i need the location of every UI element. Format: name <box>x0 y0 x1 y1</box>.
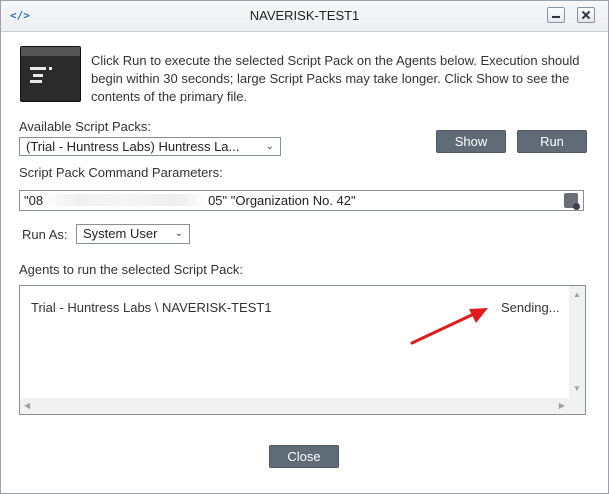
minimize-button[interactable] <box>547 7 565 23</box>
agent-name: Trial - Huntress Labs \ NAVERISK-TEST1 <box>31 300 272 315</box>
close-button[interactable]: Close <box>269 445 339 468</box>
annotation-arrow-icon <box>410 308 488 345</box>
chevron-down-icon: ⌄ <box>265 141 274 152</box>
chevron-down-icon: ⌄ <box>174 228 183 239</box>
scroll-up-icon[interactable]: ▲ <box>573 291 581 299</box>
run-button[interactable]: Run <box>517 130 587 153</box>
script-pack-selected: (Trial - Huntress Labs) Huntress La... <box>26 139 240 154</box>
parameters-value-prefix: "08 <box>24 193 44 208</box>
close-window-button[interactable] <box>577 7 595 23</box>
show-button[interactable]: Show <box>436 130 506 153</box>
scroll-corner <box>569 398 585 414</box>
title-bar: </> NAVERISK-TEST1 <box>1 1 608 32</box>
dialog-window: </> NAVERISK-TEST1 Click Run to execute … <box>0 0 609 494</box>
vertical-scrollbar[interactable]: ▲ ▼ <box>569 286 585 398</box>
scroll-right-icon[interactable]: ▶ <box>559 402 565 410</box>
horizontal-scrollbar[interactable]: ◀ ▶ <box>20 398 569 414</box>
terminal-icon <box>20 46 81 102</box>
parameters-label: Script Pack Command Parameters: <box>19 165 223 180</box>
window-title: NAVERISK-TEST1 <box>249 8 360 23</box>
agents-list[interactable]: Trial - Huntress Labs \ NAVERISK-TEST1 S… <box>19 285 586 415</box>
agent-status: Sending... <box>501 300 560 315</box>
agents-label: Agents to run the selected Script Pack: <box>19 262 244 277</box>
parameters-icon[interactable] <box>564 193 580 210</box>
script-packs-label: Available Script Packs: <box>19 119 151 134</box>
run-as-select[interactable]: System User ⌄ <box>76 224 190 244</box>
scroll-down-icon[interactable]: ▼ <box>573 385 581 393</box>
run-as-label: Run As: <box>22 227 68 242</box>
instructions-text: Click Run to execute the selected Script… <box>91 53 580 104</box>
script-pack-select[interactable]: (Trial - Huntress Labs) Huntress La... ⌄ <box>19 137 281 156</box>
run-as-selected: System User <box>83 226 158 241</box>
parameters-value-suffix: 05" "Organization No. 42" <box>208 193 356 208</box>
parameters-input[interactable]: "08 05" "Organization No. 42" <box>19 190 584 211</box>
redacted-region <box>43 194 209 206</box>
scroll-left-icon[interactable]: ◀ <box>24 402 30 410</box>
